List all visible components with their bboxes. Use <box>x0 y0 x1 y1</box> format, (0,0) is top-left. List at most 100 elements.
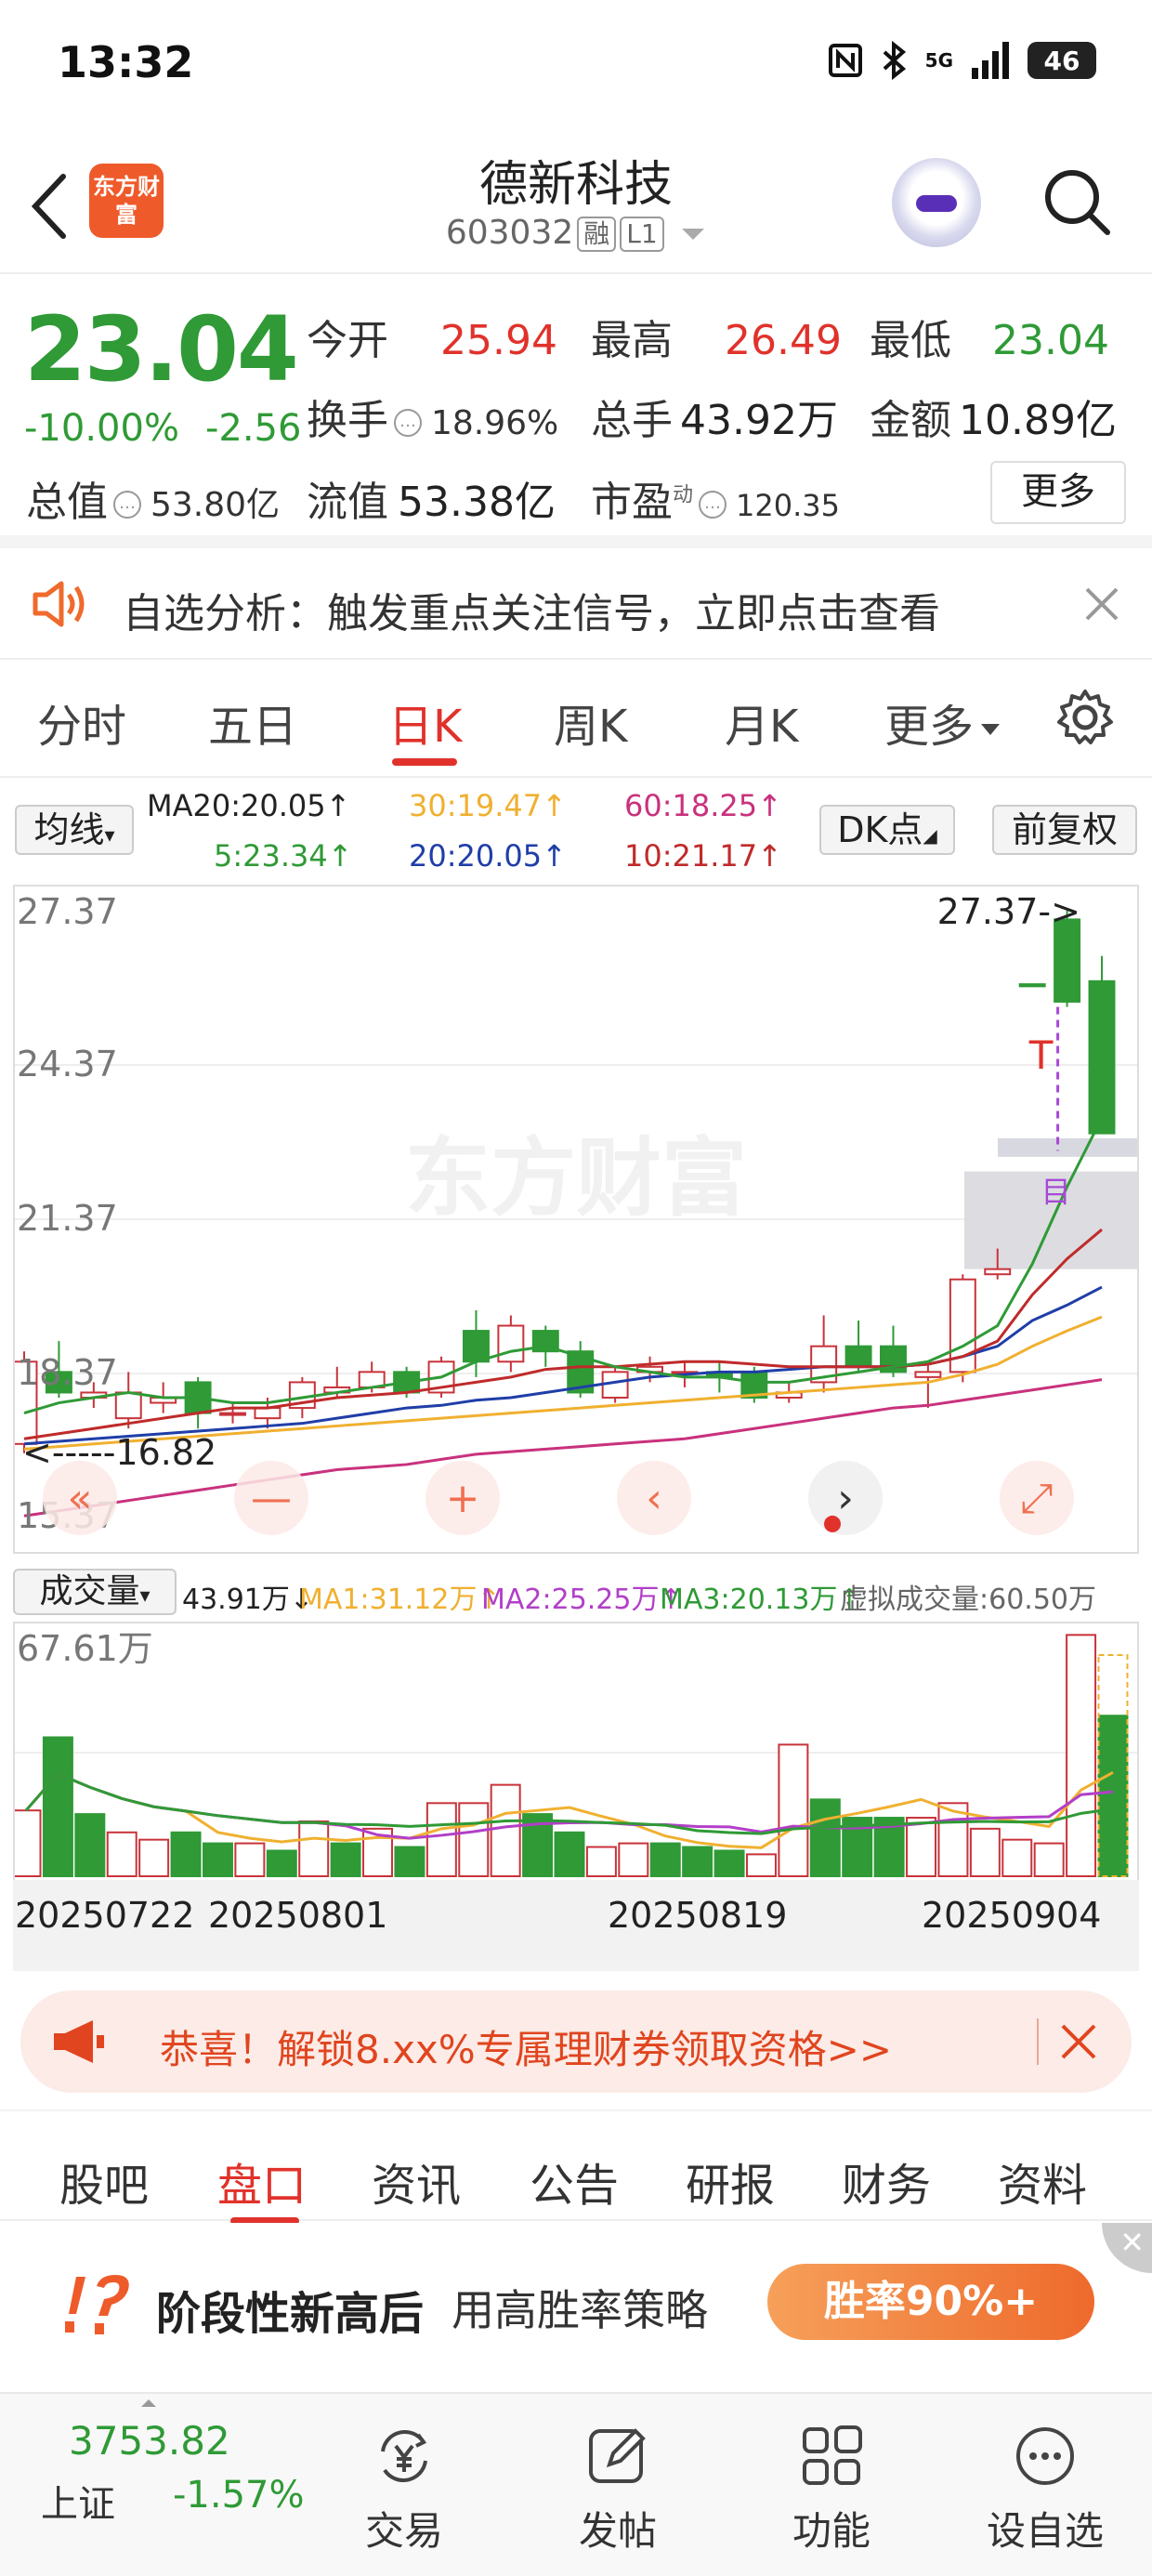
ma60-value: 60:18.25↑ <box>624 788 782 823</box>
y-axis-label: 27.37 <box>17 891 118 932</box>
y-axis-label: 18.37 <box>17 1352 118 1393</box>
dk-point-label: DK点 <box>837 809 923 850</box>
pe-label: 市盈 <box>591 479 673 526</box>
close-icon[interactable] <box>1083 585 1120 623</box>
tab-finance[interactable]: 财务 <box>842 2149 931 2214</box>
caret-down-icon <box>981 724 1001 735</box>
volume-ma3: MA3:20.13万↑ <box>660 1584 861 1616</box>
notice-bar[interactable]: 自选分析：触发重点关注信号，立即点击查看 <box>0 548 1152 660</box>
kline-tabs: 分时 五日 日K 周K 月K 更多 <box>0 662 1152 778</box>
assistant-robot-icon[interactable] <box>892 158 981 247</box>
dropdown-icon <box>682 229 705 240</box>
open-label: 今开 <box>307 317 388 364</box>
tab-announcements[interactable]: 公告 <box>530 2149 619 2214</box>
kline-chart[interactable]: 东方财富T目27.3724.3721.3718.3715.3727.37-><-… <box>10 885 1139 1554</box>
nav-add-watchlist[interactable]: 设自选 <box>966 2394 1124 2570</box>
turnover-cell: 换手… 18.96% <box>307 387 558 446</box>
nav-post[interactable]: 发帖 <box>539 2394 697 2570</box>
fullscreen-button[interactable]: ⤢ <box>1000 1460 1074 1535</box>
dk-point-button[interactable]: DK点◢ <box>819 805 955 855</box>
battery-icon: 46 <box>1028 42 1096 79</box>
stock-code: 603032 <box>445 214 574 252</box>
volume-bar <box>394 1846 425 1877</box>
strategy-ad[interactable]: 阶段性新高后 用高胜率策略 胜率90%+ <box>0 2223 1152 2390</box>
pe-value: 120.35 <box>736 488 840 523</box>
tab-orderbook[interactable]: 盘口 <box>217 2149 307 2214</box>
win-rate-button[interactable]: 胜率90%+ <box>767 2264 1094 2340</box>
index-value[interactable]: 3753.82 <box>69 2418 230 2464</box>
tab-profile[interactable]: 资料 <box>998 2149 1087 2214</box>
pe-dynamic-mark: 动 <box>673 483 694 507</box>
zoom-out-button[interactable]: — <box>234 1460 308 1535</box>
next-button[interactable]: › <box>808 1460 883 1535</box>
volume-select[interactable]: 成交量▾ <box>13 1569 177 1615</box>
volume-bar <box>1033 1842 1065 1877</box>
volume-bar <box>585 1846 617 1877</box>
tab-more[interactable]: 更多 <box>884 690 1001 755</box>
info-icon[interactable]: … <box>394 409 422 437</box>
nav-functions[interactable]: 功能 <box>753 2394 910 2570</box>
volume-bar <box>906 1817 937 1878</box>
tab-news[interactable]: 资讯 <box>372 2149 461 2214</box>
close-icon[interactable] <box>1059 2022 1098 2061</box>
more-button[interactable]: 更多 <box>990 461 1126 524</box>
ma-select[interactable]: 均线▾ <box>15 805 134 855</box>
margin-tag: 融 <box>577 217 617 252</box>
low-label: 最低 <box>870 317 951 364</box>
tab-research[interactable]: 研报 <box>686 2149 775 2214</box>
floatcap-value: 53.38亿 <box>398 479 556 526</box>
control-glyph: — <box>251 1475 292 1522</box>
volume-chart[interactable]: 67.61万 <box>10 1622 1139 1880</box>
date-label: 20250722 <box>15 1895 195 1936</box>
signal-icon <box>972 42 1009 79</box>
info-icon[interactable]: … <box>699 491 727 519</box>
stock-header: 东方财富 德新科技 603032 融 L1 <box>0 139 1152 274</box>
bottom-nav: 3753.82 上证 -1.57% 交易 发帖 功能 设自选 <box>0 2392 1152 2576</box>
volume-bar <box>458 1802 490 1877</box>
mktcap-label: 总值 <box>26 479 108 526</box>
stock-code-row[interactable]: 603032 融 L1 <box>0 214 1152 252</box>
volume-bar <box>969 1827 1001 1877</box>
candle-body <box>254 1407 281 1420</box>
volume-bar <box>1066 1634 1097 1878</box>
tab-five-day[interactable]: 五日 <box>208 690 297 755</box>
tab-intraday[interactable]: 分时 <box>37 690 126 755</box>
mktcap-cell: 总值… 53.80亿 <box>26 468 280 528</box>
tab-weekly-k[interactable]: 周K <box>554 690 627 755</box>
volume-bar <box>490 1783 521 1877</box>
watermark: 东方财富 <box>405 1128 747 1228</box>
status-icons: 5G 46 <box>827 41 1096 80</box>
candle-body <box>844 1345 872 1368</box>
search-icon[interactable] <box>1041 165 1115 240</box>
ma5-value: 5:23.34↑ <box>214 838 353 874</box>
rewind-button[interactable]: « <box>43 1460 117 1535</box>
nav-trade[interactable]: 交易 <box>325 2394 483 2570</box>
control-glyph: ‹ <box>646 1475 662 1522</box>
info-icon[interactable]: … <box>113 491 141 519</box>
adjust-button[interactable]: 前复权 <box>992 805 1137 855</box>
tab-daily-k[interactable]: 日K <box>388 690 462 755</box>
promo-banner[interactable]: 恭喜！解锁8.xx%专属理财券领取资格>> <box>20 1991 1132 2093</box>
settings-gear-icon[interactable] <box>1055 688 1115 747</box>
speaker-icon <box>33 581 85 627</box>
min-price-marker: <-----16.82 <box>22 1432 216 1473</box>
tab-monthly-k[interactable]: 月K <box>725 690 798 755</box>
nav-add-watchlist-label: 设自选 <box>986 2508 1104 2554</box>
volume-bar <box>138 1838 170 1877</box>
zoom-in-button[interactable]: + <box>425 1460 500 1535</box>
ma-select-label: 均线 <box>33 809 105 850</box>
amount-label: 金额 <box>870 397 951 444</box>
level-tag: L1 <box>620 217 664 252</box>
ad-title: 用高胜率策略 <box>452 2285 708 2335</box>
ma20-line <box>23 1285 1103 1446</box>
volume-bar <box>745 1853 777 1878</box>
volume-bar <box>1001 1838 1033 1877</box>
candle-body <box>219 1412 246 1416</box>
prev-button[interactable]: ‹ <box>617 1460 691 1535</box>
candle-body <box>462 1330 490 1363</box>
control-glyph: « <box>68 1475 93 1522</box>
tab-forum[interactable]: 股吧 <box>59 2149 149 2214</box>
volume-value: 43.92万 <box>680 397 838 444</box>
caret-down-icon: ▾ <box>139 1584 151 1608</box>
dk-zone-box <box>998 1137 1137 1157</box>
